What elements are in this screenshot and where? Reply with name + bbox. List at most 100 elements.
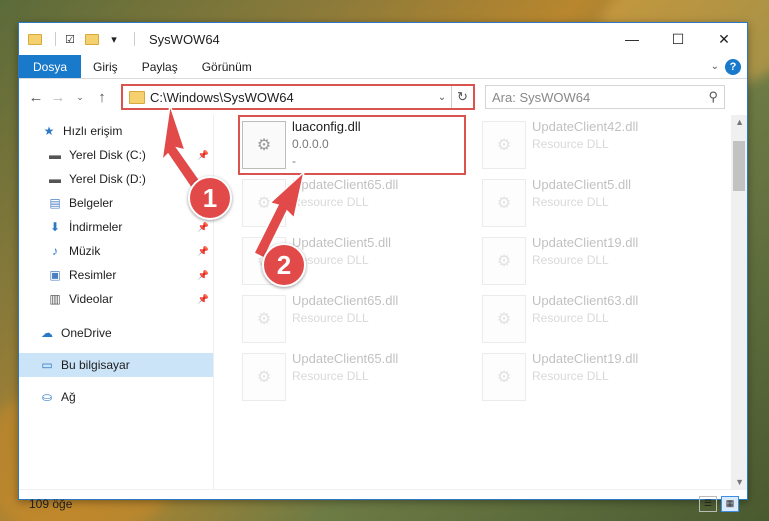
file-name: UpdateClient19.dll (532, 351, 639, 366)
up-button[interactable]: ↑ (91, 85, 113, 109)
tab-paylas[interactable]: Paylaş (130, 55, 190, 78)
sidebar-item[interactable]: ♪ Müzik 📌 (19, 239, 213, 263)
scroll-up-icon[interactable]: ▲ (735, 117, 744, 127)
navigation-bar: ← → ⌄ ↑ C:\Windows\SysWOW64 ⌄ ↻ Ara: Sys… (19, 79, 747, 115)
sidebar-item[interactable]: ⛀ Ağ (19, 385, 213, 409)
callout-badge-1: 1 (188, 176, 232, 220)
sidebar-item[interactable]: ▣ Resimler 📌 (19, 263, 213, 287)
dll-file-icon: ⚙ (242, 295, 286, 343)
recent-locations-button[interactable]: ⌄ (69, 85, 91, 109)
refresh-button[interactable]: ↻ (451, 86, 473, 108)
scroll-down-icon[interactable]: ▼ (735, 477, 744, 487)
dll-file-icon: ⚙ (482, 295, 526, 343)
dll-file-icon: ⚙ (482, 353, 526, 401)
file-name: UpdateClient65.dll (292, 293, 399, 308)
pin-icon: 📌 (197, 269, 209, 280)
search-input[interactable]: Ara: SysWOW64 ⚲ (485, 85, 725, 109)
dll-file-icon: ⚙ (242, 179, 286, 227)
ribbon-right: ⌄ ? (711, 55, 747, 78)
status-bar: 109 öğe ☰ ▦ (19, 489, 747, 517)
file-name: UpdateClient42.dll (532, 119, 639, 134)
callout-badge-2: 2 (262, 243, 306, 287)
details-view-button[interactable]: ☰ (699, 495, 717, 512)
ribbon-tabs: Dosya Giriş Paylaş Görünüm ⌄ ? (19, 55, 747, 79)
dll-file-icon: ⚙ (242, 353, 286, 401)
new-folder-icon[interactable] (84, 31, 100, 47)
file-tile[interactable]: ⚙ UpdateClient19.dll Resource DLL (482, 351, 712, 407)
folder-icon (27, 31, 43, 47)
music-icon: ♪ (52, 244, 58, 258)
sidebar-item-label: OneDrive (61, 326, 112, 340)
help-icon[interactable]: ? (725, 58, 741, 75)
customize-quick-access-icon[interactable]: ▾ (106, 31, 122, 47)
sidebar-item-label: Ağ (61, 390, 76, 404)
back-button[interactable]: ← (25, 85, 47, 109)
properties-icon[interactable]: ☑ (62, 31, 78, 47)
file-detail: Resource DLL (532, 253, 609, 267)
file-tile[interactable]: ⚙ UpdateClient42.dll Resource DLL (482, 119, 712, 175)
file-detail: Resource DLL (532, 369, 609, 383)
expand-ribbon-icon[interactable]: ⌄ (711, 61, 719, 72)
file-detail: Resource DLL (292, 253, 369, 267)
forward-button[interactable]: → (47, 85, 69, 109)
file-tile[interactable]: ⚙ UpdateClient5.dll Resource DLL (482, 177, 712, 233)
sidebar-item[interactable]: ▭ Bu bilgisayar (19, 353, 213, 377)
file-tile[interactable]: ⚙ UpdateClient65.dll Resource DLL (242, 177, 472, 233)
address-bar[interactable]: C:\Windows\SysWOW64 ⌄ ↻ (121, 84, 475, 110)
highlight-box (238, 115, 466, 175)
sidebar-item[interactable]: ⬇ İndirmeler 📌 (19, 215, 213, 239)
tiles-view-button[interactable]: ▦ (721, 495, 739, 512)
file-detail: Resource DLL (292, 195, 369, 209)
sidebar-item-label: Yerel Disk (C:) (69, 148, 146, 162)
star-icon: ★ (43, 124, 55, 138)
sidebar-item[interactable]: ★ Hızlı erişim (19, 119, 213, 143)
file-detail: Resource DLL (532, 311, 609, 325)
divider (134, 32, 135, 46)
scrollbar-thumb[interactable] (733, 141, 745, 191)
search-placeholder: Ara: SysWOW64 (492, 89, 591, 105)
item-count: 109 öğe (29, 496, 73, 511)
sidebar-item-label: Resimler (69, 268, 117, 282)
sidebar-item[interactable]: ▤Belgeler📌 (19, 191, 213, 215)
address-text: C:\Windows\SysWOW64 (150, 89, 294, 105)
drive-icon: ▬ (49, 148, 61, 162)
sidebar-item[interactable]: ☁ OneDrive (19, 321, 213, 345)
documents-icon: ▤ (49, 196, 61, 210)
search-icon: ⚲ (708, 89, 718, 104)
file-name: UpdateClient65.dll (292, 351, 399, 366)
pin-icon: 📌 (197, 245, 209, 256)
sidebar-item-label: Bu bilgisayar (61, 358, 130, 372)
maximize-button[interactable]: ☐ (655, 23, 701, 55)
sidebar-item-label: Hızlı erişim (63, 124, 123, 138)
file-list: ▲ ▼ ⚙ luaconfig.dll 0.0.0.0- ⚙ UpdateClient4… (214, 115, 747, 489)
tab-dosya[interactable]: Dosya (19, 55, 82, 78)
tab-gorunum[interactable]: Görünüm (190, 55, 264, 78)
folder-icon (129, 90, 145, 104)
file-tile[interactable]: ⚙ UpdateClient65.dll Resource DLL (242, 351, 472, 407)
chevron-down-icon[interactable]: ⌄ (433, 92, 451, 103)
sidebar-item-label: İndirmeler (69, 220, 123, 234)
sidebar-item[interactable]: ▥ Videolar 📌 (19, 287, 213, 311)
file-tile[interactable]: ⚙ UpdateClient63.dll Resource DLL (482, 293, 712, 349)
close-button[interactable]: ✕ (701, 23, 747, 55)
file-name: UpdateClient5.dll (532, 177, 632, 192)
file-name: UpdateClient5.dll (292, 235, 392, 250)
tab-giris[interactable]: Giriş (81, 55, 130, 78)
dll-file-icon: ⚙ (482, 179, 526, 227)
cloud-icon: ☁ (41, 326, 53, 340)
file-detail: Resource DLL (532, 195, 609, 209)
sidebar-item[interactable]: ▬ Yerel Disk (C:) 📌 (19, 143, 213, 167)
sidebar-item[interactable]: ▬ Yerel Disk (D:) (19, 167, 213, 191)
file-tile[interactable]: ⚙ UpdateClient19.dll Resource DLL (482, 235, 712, 291)
minimize-button[interactable]: — (609, 23, 655, 55)
sidebar-item-label: Müzik (69, 244, 101, 258)
explorer-window: ☑ ▾ SysWOW64 — ☐ ✕ Dosya Giriş Paylaş Gö… (18, 22, 748, 512)
sidebar-item-label: Belgeler (69, 196, 114, 210)
divider (55, 32, 56, 46)
file-detail: Resource DLL (292, 369, 369, 383)
pin-icon: 📌 (197, 221, 209, 232)
vertical-scrollbar[interactable]: ▲ ▼ (731, 115, 747, 489)
navigation-pane: ★ Hızlı erişim ▬ Yerel Disk (C:) 📌 ▬ Yerel Dis… (19, 115, 214, 489)
sidebar-item-label: Yerel Disk (D:) (69, 172, 146, 186)
file-tile[interactable]: ⚙ UpdateClient65.dll Resource DLL (242, 293, 472, 349)
